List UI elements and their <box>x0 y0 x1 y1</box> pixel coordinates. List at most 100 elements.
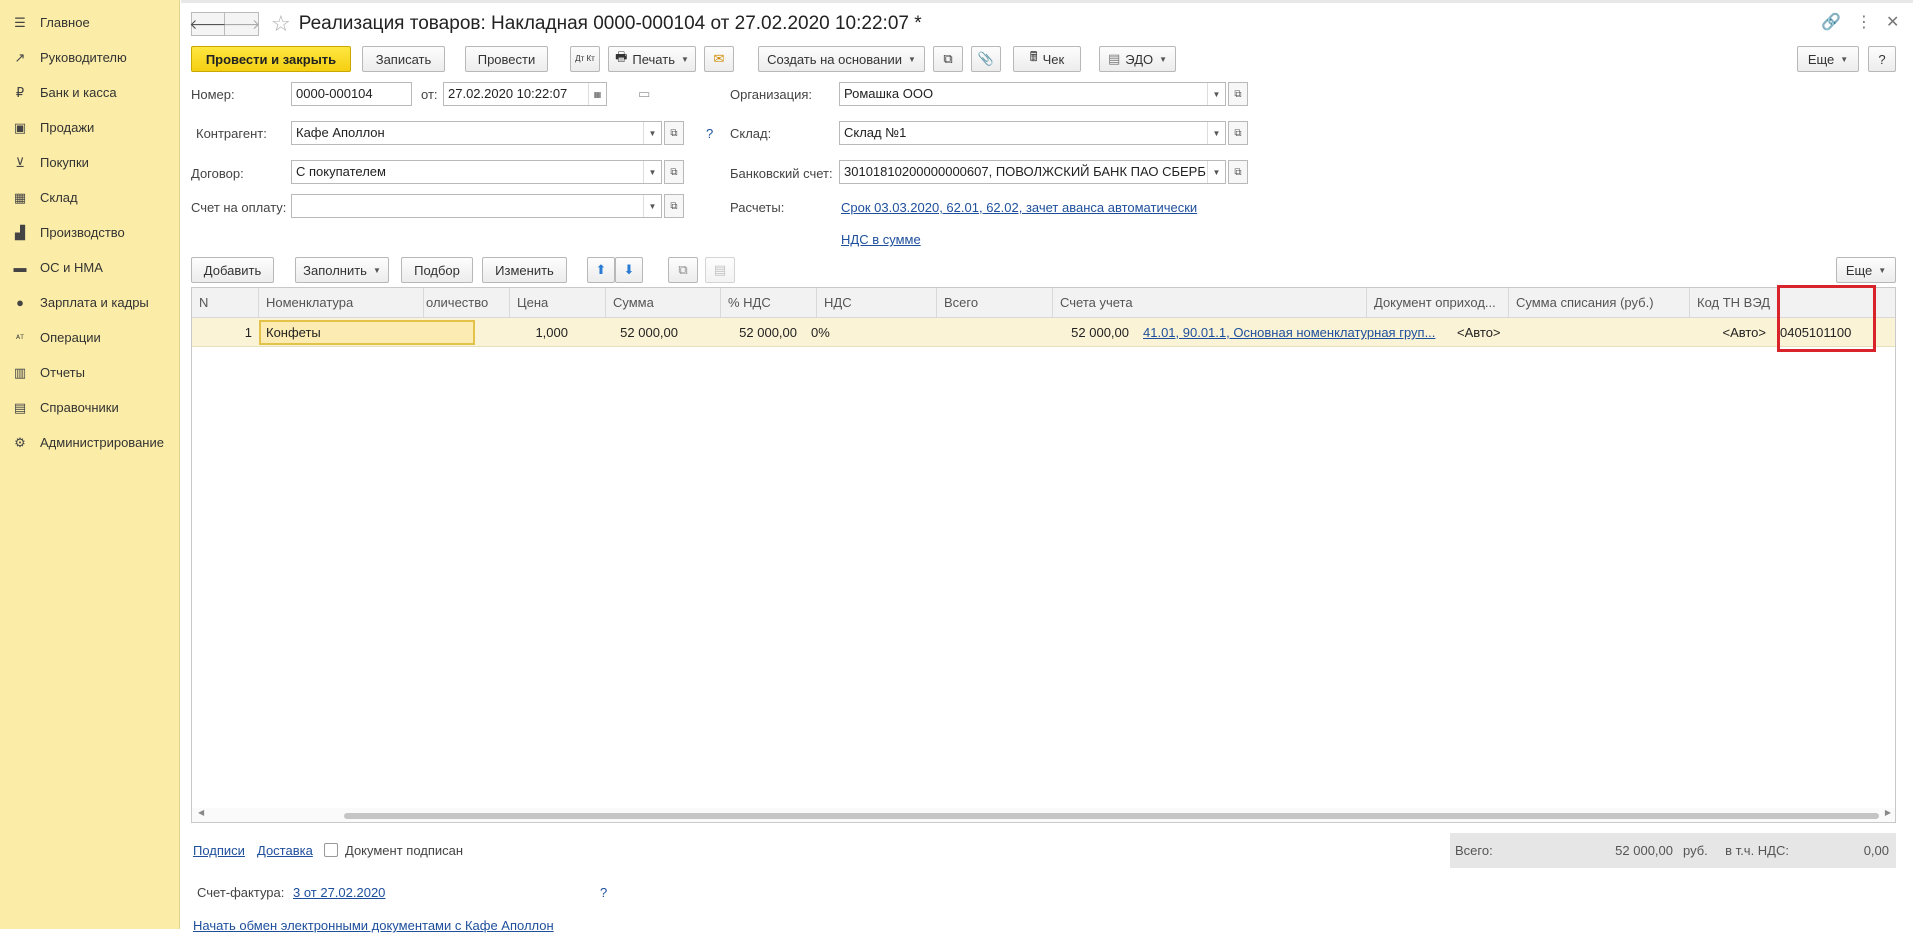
sidebar-item-reports[interactable]: ▥ Отчеты <box>0 355 179 390</box>
move-down-button[interactable]: ⬇ <box>615 257 643 283</box>
move-up-button[interactable]: ⬆ <box>587 257 615 283</box>
link-icon[interactable]: 🔗 <box>1821 12 1841 32</box>
counterparty-field[interactable]: Кафе Аполлон ▼ <box>291 121 662 145</box>
table-row[interactable]: 1 Конфеты 1,000 52 000,00 52 000,00 0% 5… <box>192 318 1895 347</box>
save-button[interactable]: Записать <box>362 46 445 72</box>
open-warehouse-button[interactable]: ⧉ <box>1228 121 1248 145</box>
column-header-n[interactable]: N <box>192 288 259 318</box>
sidebar-item-main[interactable]: ☰ Главное <box>0 5 179 40</box>
date-field[interactable]: 27.02.2020 10:22:07 ▦ <box>443 82 607 106</box>
favorite-star-icon[interactable]: ☆ <box>271 11 291 37</box>
print-button[interactable]: 🖶 Печать ▼ <box>608 46 696 72</box>
open-counterparty-button[interactable]: ⧉ <box>664 121 684 145</box>
create-based-on-button[interactable]: Создать на основании ▼ <box>758 46 925 72</box>
column-header-item[interactable]: Номенклатура <box>259 288 424 318</box>
column-header-receipt-doc[interactable]: Документ оприход... <box>1367 288 1509 318</box>
kebab-menu-icon[interactable]: ⋮ <box>1856 12 1872 32</box>
dt-kt-button[interactable]: Дт Кт <box>570 46 600 72</box>
cell-vat[interactable] <box>900 318 1020 347</box>
help-button[interactable]: ? <box>1868 46 1896 72</box>
more-button[interactable]: Еще ▼ <box>1797 46 1859 72</box>
warehouse-field[interactable]: Склад №1 ▼ <box>839 121 1226 145</box>
open-invoice-button[interactable]: ⧉ <box>664 194 684 218</box>
paste-rows-button[interactable]: ▤ <box>705 257 735 283</box>
number-field[interactable]: 0000-000104 <box>291 82 412 106</box>
column-header-accounts[interactable]: Счета учета <box>1053 288 1367 318</box>
column-header-price[interactable]: Цена <box>510 288 606 318</box>
delivery-link[interactable]: Доставка <box>257 843 313 858</box>
forward-button[interactable]: 🡒 <box>223 12 260 36</box>
cell-quantity[interactable]: 1,000 <box>475 318 575 347</box>
scroll-left-icon[interactable]: ◀ <box>198 808 204 817</box>
attach-button[interactable]: 📎 <box>971 46 1001 72</box>
open-bank-account-button[interactable]: ⧉ <box>1228 160 1248 184</box>
sidebar-item-references[interactable]: ▤ Справочники <box>0 390 179 425</box>
back-button[interactable]: 🡐 <box>189 12 227 36</box>
invoice-field[interactable]: ▼ <box>291 194 662 218</box>
cell-n[interactable]: 1 <box>192 318 259 347</box>
cell-total[interactable]: 52 000,00 <box>1020 318 1136 347</box>
cell-writeoff-sum[interactable]: <Авто> <box>1592 318 1773 347</box>
vat-in-sum-link[interactable]: НДС в сумме <box>841 232 921 247</box>
sidebar-item-warehouse[interactable]: ▦ Склад <box>0 180 179 215</box>
column-header-sum[interactable]: Сумма <box>606 288 721 318</box>
comment-icon[interactable]: ▭ <box>638 86 650 102</box>
trend-icon: ↗ <box>14 49 26 65</box>
bank-account-field[interactable]: 30101810200000000607, ПОВОЛЖСКИЙ БАНК ПА… <box>839 160 1226 184</box>
cell-item[interactable]: Конфеты <box>259 318 475 347</box>
start-edo-link[interactable]: Начать обмен электронными документами с … <box>193 918 554 933</box>
chevron-down-icon[interactable]: ▼ <box>643 195 661 217</box>
email-button[interactable]: ✉ <box>704 46 734 72</box>
sidebar-item-assets[interactable]: ▬ ОС и НМА <box>0 250 179 285</box>
cell-receipt-doc[interactable]: <Авто> <box>1450 318 1592 347</box>
invoice-help[interactable]: ? <box>600 885 607 900</box>
structure-button[interactable]: ⧉ <box>933 46 963 72</box>
settlements-link[interactable]: Срок 03.03.2020, 62.01, 62.02, зачет ава… <box>841 200 1197 215</box>
open-organization-button[interactable]: ⧉ <box>1228 82 1248 106</box>
horizontal-scrollbar[interactable]: ◀ ▶ <box>192 808 1895 822</box>
add-row-button[interactable]: Добавить <box>191 257 274 283</box>
column-header-vat[interactable]: НДС <box>817 288 937 318</box>
sidebar-item-purchases[interactable]: ⊻ Покупки <box>0 145 179 180</box>
signatures-link[interactable]: Подписи <box>193 843 245 858</box>
chevron-down-icon[interactable]: ▼ <box>643 161 661 183</box>
counterparty-help[interactable]: ? <box>706 126 713 141</box>
chevron-down-icon[interactable]: ▼ <box>1207 161 1225 183</box>
sidebar-item-manager[interactable]: ↗ Руководителю <box>0 40 179 75</box>
column-header-writeoff-sum[interactable]: Сумма списания (руб.) <box>1509 288 1690 318</box>
table-more-button[interactable]: Еще ▼ <box>1836 257 1896 283</box>
column-header-vat-rate[interactable]: % НДС <box>721 288 817 318</box>
sidebar-item-bank[interactable]: ₽ Банк и касса <box>0 75 179 110</box>
chevron-down-icon[interactable]: ▼ <box>1207 83 1225 105</box>
scroll-right-icon[interactable]: ▶ <box>1885 808 1891 817</box>
chevron-down-icon[interactable]: ▼ <box>643 122 661 144</box>
invoice-footer-link[interactable]: 3 от 27.02.2020 <box>293 885 385 900</box>
receipt-button[interactable]: 🖩 Чек <box>1013 46 1081 72</box>
cell-accounts-link[interactable]: 41.01, 90.01.1, Основная номенклатурная … <box>1136 318 1450 347</box>
organization-field[interactable]: Ромашка ООО ▼ <box>839 82 1226 106</box>
change-button[interactable]: Изменить <box>482 257 567 283</box>
column-header-total[interactable]: Всего <box>937 288 1053 318</box>
cell-price[interactable]: 52 000,00 <box>575 318 685 347</box>
post-button[interactable]: Провести <box>465 46 548 72</box>
scrollbar-thumb[interactable] <box>344 813 1879 819</box>
post-and-close-button[interactable]: Провести и закрыть <box>191 46 351 72</box>
fill-button[interactable]: Заполнить ▼ <box>295 257 389 283</box>
close-icon[interactable]: ✕ <box>1886 12 1899 32</box>
edo-button[interactable]: ▤ ЭДО ▼ <box>1099 46 1176 72</box>
sidebar-item-sales[interactable]: ▣ Продажи <box>0 110 179 145</box>
pick-button[interactable]: Подбор <box>401 257 473 283</box>
chevron-down-icon[interactable]: ▼ <box>1207 122 1225 144</box>
document-signed-checkbox[interactable] <box>324 843 338 857</box>
contract-field[interactable]: С покупателем ▼ <box>291 160 662 184</box>
sidebar-item-operations[interactable]: ᴬᵀ Операции <box>0 320 179 355</box>
copy-rows-button[interactable]: ⧉ <box>668 257 698 283</box>
cell-vat-rate[interactable]: 0% <box>804 318 900 347</box>
calendar-icon[interactable]: ▦ <box>588 83 606 105</box>
cell-sum[interactable]: 52 000,00 <box>685 318 804 347</box>
sidebar-item-salary[interactable]: ● Зарплата и кадры <box>0 285 179 320</box>
sidebar-item-production[interactable]: ▟ Производство <box>0 215 179 250</box>
open-contract-button[interactable]: ⧉ <box>664 160 684 184</box>
column-header-quantity[interactable]: оличество <box>424 288 510 318</box>
sidebar-item-admin[interactable]: ⚙ Администрирование <box>0 425 179 460</box>
